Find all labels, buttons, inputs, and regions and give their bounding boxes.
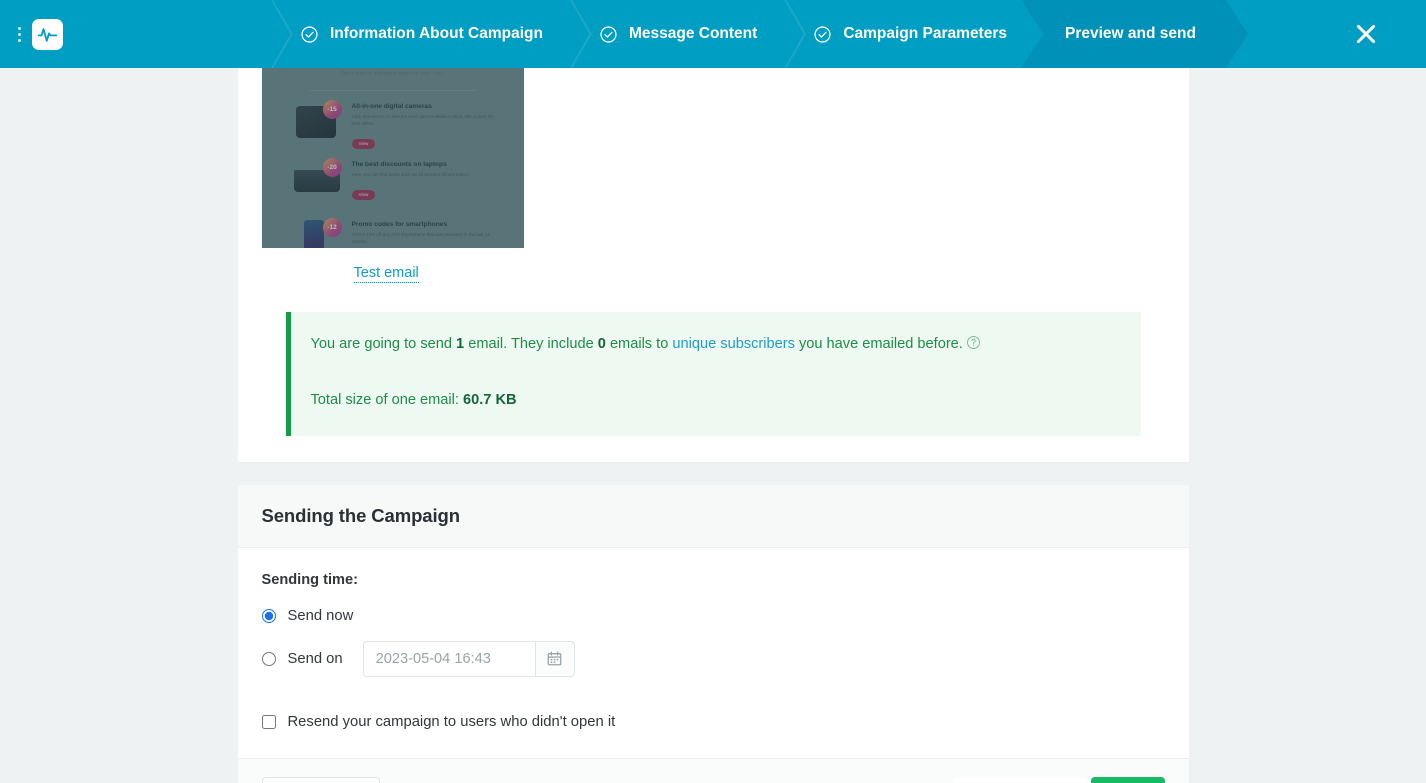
thumbnail-item-title: All-in-one digital cameras	[351, 103, 432, 110]
thumbnail-top-text: Don't wait to add more items to your car…	[341, 71, 444, 77]
send-now-row[interactable]: Send now	[261, 608, 1165, 624]
page-title: Sending the Campaign	[261, 504, 461, 526]
alert-text-part2: email. They include	[468, 336, 594, 352]
sending-campaign-card: Sending the Campaign Sending time: Send …	[237, 484, 1189, 783]
thumbnail-item: -12 Promo codes for smartphones Here's 1…	[292, 218, 500, 248]
thumbnail-item-button: View	[351, 189, 376, 200]
drag-dots-icon[interactable]	[16, 25, 23, 44]
alert-line-size: Total size of one email: 60.7 KB	[311, 390, 1117, 412]
close-icon[interactable]	[1349, 17, 1383, 51]
thumbnail-item-desc: Here's 12% off any new smartphone that w…	[351, 232, 490, 245]
thumbnail-item-desc: Click this section to see the best camer…	[351, 114, 494, 127]
wizard-step-label: Information About Campaign	[330, 25, 543, 43]
send-on-radio[interactable]	[261, 651, 276, 666]
alert-text-part3: emails to	[609, 336, 669, 352]
check-circle-icon	[813, 25, 832, 44]
thumbnail-divider	[309, 90, 476, 91]
preview-card: Don't wait to add more items to your car…	[237, 68, 1189, 463]
wizard-header: Information About Campaign Message Conte…	[0, 0, 1426, 68]
wizard-step-preview-and-send[interactable]: Preview and send	[1021, 0, 1248, 68]
thumbnail-item: -15 All-in-one digital cameras Click thi…	[292, 100, 500, 150]
thumbnail-item-button: View	[351, 138, 376, 149]
card-footer: Previous Save as draft Start	[237, 757, 1189, 783]
check-circle-icon	[300, 25, 319, 44]
thumbnail-item-title: Promo codes for smartphones	[351, 221, 448, 228]
alert-text-part4: you have emailed before.	[798, 336, 963, 352]
wizard-step-information-about-campaign[interactable]: Information About Campaign	[272, 0, 571, 68]
thumbnail-item: -20 The best discounts on laptops Here y…	[292, 158, 500, 201]
date-picker-group[interactable]	[362, 640, 575, 677]
thumbnail-email-page: Don't wait to add more items to your car…	[269, 68, 516, 248]
discount-badge: -15	[322, 100, 342, 119]
send-summary-alert: You are going to send 1 email. They incl…	[285, 312, 1141, 436]
save-as-draft-button[interactable]: Save as draft	[954, 777, 1086, 783]
alert-size-label: Total size of one email:	[310, 391, 459, 408]
smartphone-image	[303, 220, 324, 248]
test-email-row: Test email	[262, 264, 1165, 283]
discount-badge: -12	[322, 218, 342, 237]
alert-text-part1: You are going to send	[310, 336, 452, 352]
alert-line-recipients: You are going to send 1 email. They incl…	[311, 334, 1117, 358]
thumbnail-item-body: All-in-one digital cameras Click this se…	[351, 100, 500, 150]
wizard-step-label: Preview and send	[1065, 25, 1196, 43]
thumbnail-item-media: -15	[292, 100, 344, 142]
unique-subscribers-link[interactable]: unique subscribers	[672, 336, 795, 352]
calendar-icon[interactable]	[534, 640, 575, 677]
footer-actions: Save as draft Start	[954, 777, 1165, 783]
check-circle-icon	[599, 25, 618, 44]
test-email-link[interactable]: Test email	[353, 265, 419, 283]
start-button[interactable]: Start	[1091, 777, 1165, 783]
wizard-step-message-content[interactable]: Message Content	[570, 0, 786, 68]
resend-checkbox[interactable]	[261, 714, 276, 729]
thumbnail-item-media: -20	[292, 158, 344, 200]
email-preview-thumbnail[interactable]: Don't wait to add more items to your car…	[261, 68, 524, 248]
page-scroll-area[interactable]: Don't wait to add more items to your car…	[0, 68, 1426, 783]
previous-button[interactable]: Previous	[261, 776, 381, 783]
alert-email-count: 1	[456, 336, 465, 352]
thumbnail-wrap: Don't wait to add more items to your car…	[261, 68, 1165, 248]
resend-row[interactable]: Resend your campaign to users who didn't…	[261, 714, 1165, 730]
thumbnail-canvas: Don't wait to add more items to your car…	[261, 68, 524, 248]
thumbnail-item-title: The best discounts on laptops	[351, 161, 447, 168]
alert-size-value: 60.7 KB	[463, 391, 517, 408]
send-now-radio[interactable]	[261, 608, 276, 623]
alert-unique-count: 0	[597, 336, 606, 352]
wizard-step-label: Campaign Parameters	[843, 25, 1007, 43]
wizard-step-label: Message Content	[628, 25, 758, 43]
send-on-label[interactable]: Send on	[288, 651, 343, 667]
question-circle-icon[interactable]	[966, 335, 981, 358]
activity-pulse-icon[interactable]	[32, 18, 63, 50]
thumbnail-item-body: The best discounts on laptops Here you c…	[351, 158, 500, 201]
section-body: Sending time: Send now Send on 2023-05-0…	[238, 548, 1189, 758]
send-now-label[interactable]: Send now	[288, 608, 354, 624]
thumbnail-item-body: Promo codes for smartphones Here's 12% o…	[352, 218, 500, 248]
send-on-date-input[interactable]	[362, 640, 535, 677]
thumbnail-item-desc: Here you can find deals such as 20 perce…	[351, 172, 470, 178]
brand-zone	[0, 0, 272, 68]
sending-time-label: Sending time:	[261, 571, 358, 588]
discount-badge: -20	[322, 158, 342, 177]
wizard-steps: Information About Campaign Message Conte…	[272, 0, 1306, 68]
close-zone	[1306, 17, 1426, 51]
wizard-step-campaign-parameters[interactable]: Campaign Parameters	[785, 0, 1035, 68]
section-header: Sending the Campaign	[237, 484, 1189, 548]
resend-label[interactable]: Resend your campaign to users who didn't…	[288, 714, 616, 730]
thumbnail-item-media: -12	[292, 218, 344, 248]
send-on-row[interactable]: Send on	[261, 640, 1165, 677]
